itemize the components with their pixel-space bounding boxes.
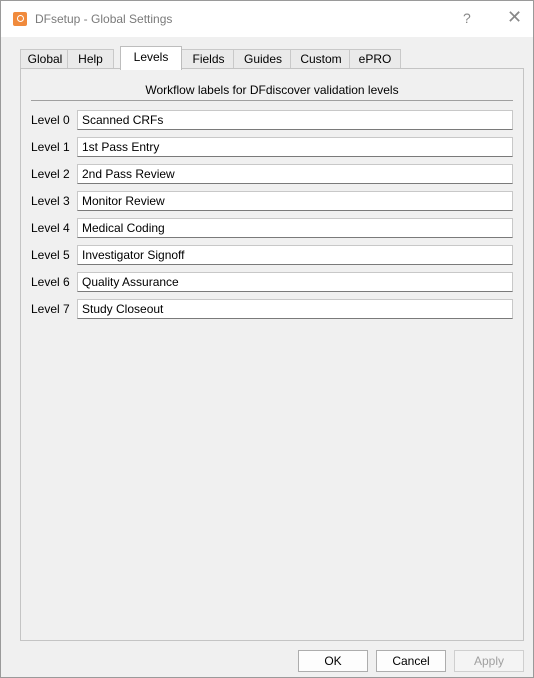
- apply-button[interactable]: Apply: [454, 650, 524, 672]
- level-6-input[interactable]: [77, 272, 513, 292]
- tab-global[interactable]: Global: [20, 49, 70, 69]
- level-7-input[interactable]: [77, 299, 513, 319]
- level-5-input[interactable]: [77, 245, 513, 265]
- pane-title: Workflow labels for DFdiscover validatio…: [145, 83, 399, 97]
- level-2-input[interactable]: [77, 164, 513, 184]
- tab-epro[interactable]: ePRO: [349, 49, 401, 69]
- level-label: Level 1: [31, 140, 70, 154]
- level-4-input[interactable]: [77, 218, 513, 238]
- tab-custom[interactable]: Custom: [290, 49, 352, 69]
- level-label: Level 4: [31, 221, 70, 235]
- level-label: Level 3: [31, 194, 70, 208]
- level-3-input[interactable]: [77, 191, 513, 211]
- level-1-input[interactable]: [77, 137, 513, 157]
- settings-dialog: DFsetup - Global Settings ? ✕ Global Hel…: [0, 0, 534, 678]
- level-label: Level 7: [31, 302, 70, 316]
- level-label: Level 0: [31, 113, 70, 127]
- level-0-input[interactable]: [77, 110, 513, 130]
- app-icon: [13, 12, 27, 26]
- level-label: Level 2: [31, 167, 70, 181]
- ok-button[interactable]: OK: [298, 650, 368, 672]
- window-title: DFsetup - Global Settings: [35, 12, 173, 26]
- close-icon[interactable]: ✕: [507, 7, 522, 28]
- tab-guides[interactable]: Guides: [233, 49, 293, 69]
- cancel-button[interactable]: Cancel: [376, 650, 446, 672]
- help-button[interactable]: ?: [463, 10, 471, 26]
- tab-levels[interactable]: Levels: [120, 46, 182, 70]
- levels-tab-pane: Workflow labels for DFdiscover validatio…: [20, 68, 524, 641]
- divider: [31, 100, 513, 101]
- tab-help[interactable]: Help: [67, 49, 114, 69]
- level-label: Level 5: [31, 248, 70, 262]
- level-label: Level 6: [31, 275, 70, 289]
- title-bar[interactable]: DFsetup - Global Settings ? ✕: [1, 1, 533, 37]
- tab-fields[interactable]: Fields: [181, 49, 236, 69]
